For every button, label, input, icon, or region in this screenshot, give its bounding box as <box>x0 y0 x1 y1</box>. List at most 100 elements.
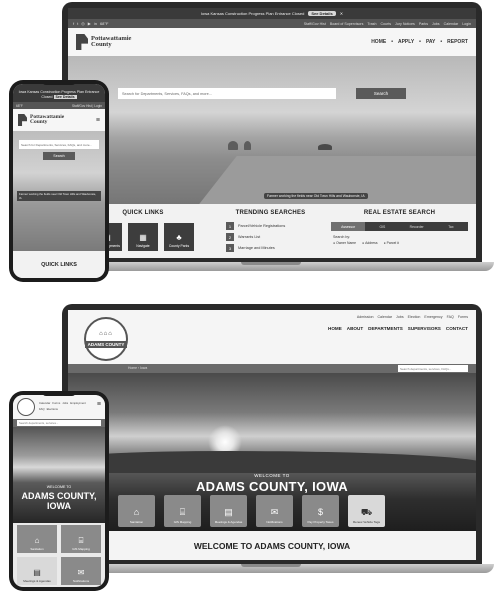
tile-gis-mapping[interactable]: ⌸ GIS Mapping <box>164 495 201 527</box>
youtube-icon[interactable]: ▶ <box>88 21 91 26</box>
tile-label: Notifications <box>72 579 90 583</box>
instagram-icon[interactable]: ◎ <box>81 21 85 26</box>
facebook-icon[interactable]: f <box>73 21 74 26</box>
utility-link[interactable]: Parks <box>419 22 428 26</box>
welcome-heading: ADAMS COUNTY, IOWA <box>195 479 348 494</box>
utility-link[interactable]: Calendar <box>377 315 392 319</box>
mobile-link[interactable]: Elections <box>47 407 58 411</box>
adams-mobile-site: Calendar Forms Jobs Employment FAQ Elect… <box>13 395 105 587</box>
close-icon[interactable]: ✕ <box>340 11 343 16</box>
adams-mobile-search-input[interactable]: Search departments, services... <box>17 420 101 426</box>
utility-link[interactable]: Jury Notices <box>395 22 415 26</box>
tab-tax[interactable]: Tax <box>434 222 468 231</box>
adams-county-seal[interactable] <box>17 398 35 416</box>
tile-label: GIS Mapping <box>72 547 90 551</box>
quick-link-county-parks[interactable]: ♣ County Parks <box>164 223 194 251</box>
trending-item[interactable]: 2 Warrants List <box>226 233 323 241</box>
nav-supervisors[interactable]: SUPERVISORS <box>408 326 441 331</box>
tile-label: Meetings & Agendas <box>23 579 51 583</box>
mobile-link[interactable]: Forms <box>52 401 60 405</box>
utility-link[interactable]: FAQ <box>447 315 454 319</box>
twitter-icon[interactable]: t <box>77 21 78 26</box>
nav-contact[interactable]: CONTACT <box>446 326 468 331</box>
envelope-icon: ✉ <box>270 507 279 517</box>
mobile-link[interactable]: FAQ <box>39 407 45 411</box>
search-button[interactable]: Search <box>356 88 406 99</box>
nav-pay[interactable]: PAY <box>426 39 435 45</box>
utility-link[interactable]: Login <box>462 22 471 26</box>
car-icon: ⛟ <box>360 507 373 517</box>
utility-link[interactable]: Trash <box>367 22 376 26</box>
tile-meetings-agendas[interactable]: ▤ Meetings & Agendas <box>17 557 57 585</box>
pottawattamie-phone: Iowa Kansas Construction Progress Plan E… <box>9 80 109 282</box>
breadcrumb[interactable]: Home › Iowa <box>128 366 147 370</box>
envelope-icon: ✉ <box>77 568 85 577</box>
nav-home[interactable]: HOME <box>328 326 342 331</box>
trending-item[interactable]: 1 Parcel/Vehicle Registrations <box>226 222 323 230</box>
phone-speaker <box>42 80 76 85</box>
quick-link-label: County Parks <box>168 244 190 248</box>
mobile-search-button[interactable]: Search <box>43 152 75 160</box>
quick-link-navigate[interactable]: ▦ Navigate <box>128 223 158 251</box>
mobile-link[interactable]: Employment <box>70 401 86 405</box>
mobile-search-input[interactable]: Search for Departments, Services, FAQs, … <box>19 140 99 149</box>
radio-owner-name[interactable]: Owner Name <box>333 241 356 245</box>
adams-desktop-site: ⌂⌂⌂ ADAMS COUNTY Admission Calendar Jobs… <box>68 310 476 560</box>
utility-link[interactable]: Forms <box>458 315 468 319</box>
radio-address[interactable]: Address <box>362 241 377 245</box>
utility-link[interactable]: Jobs <box>396 315 404 319</box>
utility-link[interactable]: Admission <box>357 315 374 319</box>
tile-meetings-agendas[interactable]: ▤ Meetings & Agendas <box>210 495 247 527</box>
utility-link[interactable]: Calendar <box>444 22 459 26</box>
utility-link[interactable]: Jobs <box>432 22 440 26</box>
adams-search-input[interactable]: Search departments, services, FAQs... <box>398 365 468 372</box>
nav-home[interactable]: HOME <box>371 39 386 45</box>
seal-houses-icon: ⌂⌂⌂ <box>99 330 113 337</box>
adams-county-seal[interactable]: ⌂⌂⌂ ADAMS COUNTY <box>84 317 128 361</box>
utility-link[interactable]: Election <box>408 315 421 319</box>
tab-recorder[interactable]: Recorder <box>400 222 434 231</box>
hamburger-menu-icon[interactable]: ≡ <box>97 401 101 408</box>
utility-link[interactable]: Emergency <box>424 315 442 319</box>
mobile-utility-links[interactable]: Staff/Gov Hist | Login <box>72 104 102 108</box>
tile-sanitation[interactable]: ⌂ Sanitation <box>17 525 57 553</box>
map-icon: ⌸ <box>78 536 84 545</box>
tile-pay-property-taxes[interactable]: $ Pay Property Taxes <box>302 495 339 527</box>
nav-apply[interactable]: APPLY <box>398 39 414 45</box>
real-estate-title: REAL ESTATE SEARCH <box>363 210 436 216</box>
tile-label: Meetings & Agendas <box>214 520 243 524</box>
logo-sub: County <box>91 41 112 48</box>
search-input[interactable]: Search for Departments, Services, FAQs, … <box>118 88 336 99</box>
nav-departments[interactable]: DEPARTMENTS <box>368 326 403 331</box>
county-logo[interactable]: Pottawattamie County <box>76 34 131 50</box>
logo-text: Pottawattamie County <box>91 35 131 49</box>
welcome-small-text: WELCOME TO <box>46 485 72 489</box>
tile-notifications[interactable]: ✉ Notifications <box>61 557 101 585</box>
tile-gis-mapping[interactable]: ⌸ GIS Mapping <box>61 525 101 553</box>
utility-link[interactable]: Board of Supervisors <box>330 22 364 26</box>
nav-about[interactable]: ABOUT <box>347 326 363 331</box>
linkedin-icon[interactable]: in <box>94 21 97 26</box>
tab-assessor[interactable]: Assessor <box>331 222 366 231</box>
radio-parcel[interactable]: Parcel # <box>384 241 399 245</box>
pottawattamie-mobile-site: Iowa Kansas Construction Progress Plan E… <box>13 84 105 278</box>
utility-link[interactable]: Courts <box>380 22 391 26</box>
mobile-alert-bar: Iowa Kansas Construction Progress Plan E… <box>13 84 105 102</box>
tab-gis[interactable]: GIS <box>365 222 399 231</box>
trending-label: Warrants List <box>238 235 261 239</box>
tile-renew-vehicle-tags[interactable]: ⛟ Renew Vehicle Tags <box>348 495 385 527</box>
mobile-link[interactable]: Jobs <box>62 401 68 405</box>
trending-number: 3 <box>226 244 234 252</box>
county-logo[interactable]: Pottawattamie County <box>18 114 64 126</box>
mobile-link[interactable]: Calendar <box>39 401 50 405</box>
alert-details-button[interactable]: See Details <box>308 11 336 16</box>
mobile-alert-details-button[interactable]: See Details <box>53 95 77 99</box>
utility-link[interactable]: Staff/Gov Hist <box>304 22 326 26</box>
shoreline-graphic <box>68 451 476 473</box>
tile-notifications[interactable]: ✉ Notifications <box>256 495 293 527</box>
nav-report[interactable]: REPORT <box>447 39 468 45</box>
tile-sanitation[interactable]: ⌂ Sanitation <box>118 495 155 527</box>
hamburger-menu-icon[interactable]: ≡ <box>96 117 100 124</box>
trending-item[interactable]: 3 Marriage and Minutes <box>226 244 323 252</box>
laptop-notch <box>241 262 301 265</box>
